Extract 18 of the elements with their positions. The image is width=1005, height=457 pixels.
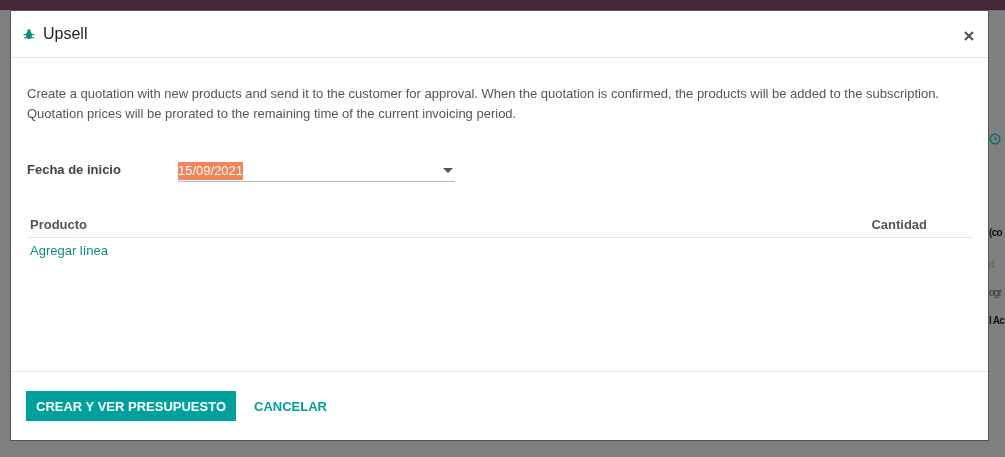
date-field[interactable]: 15/09/2021 xyxy=(178,161,455,182)
panel-text: ogr xyxy=(989,286,1002,300)
create-button[interactable]: CREAR Y VER PRESUPUESTO xyxy=(26,391,236,421)
description: Create a quotation with new products and send it to the customer for approval. When the quotation is confirmed, the products will be added to the subscription. Quotation prices will be prorated to the remaining time of the current invoicing period. xyxy=(27,85,940,123)
add-line-link[interactable]: Agregar línea xyxy=(30,242,109,260)
column-header: Producto xyxy=(30,217,88,232)
field-label: Fecha de inicio xyxy=(27,162,122,177)
caret-icon xyxy=(443,168,453,174)
close-icon xyxy=(964,31,974,41)
date-value: 15/09/2021 xyxy=(178,162,244,180)
dialog-title: Upsell xyxy=(43,25,89,43)
bug-icon xyxy=(23,28,35,40)
cancel-button[interactable]: CANCELAR xyxy=(244,391,337,421)
panel-text: d xyxy=(989,258,994,272)
panel-text: l Ac xyxy=(989,314,1005,328)
clock-icon xyxy=(989,133,1001,145)
panel-text: (co xyxy=(989,226,1002,240)
column-header: Cantidad xyxy=(871,217,927,232)
